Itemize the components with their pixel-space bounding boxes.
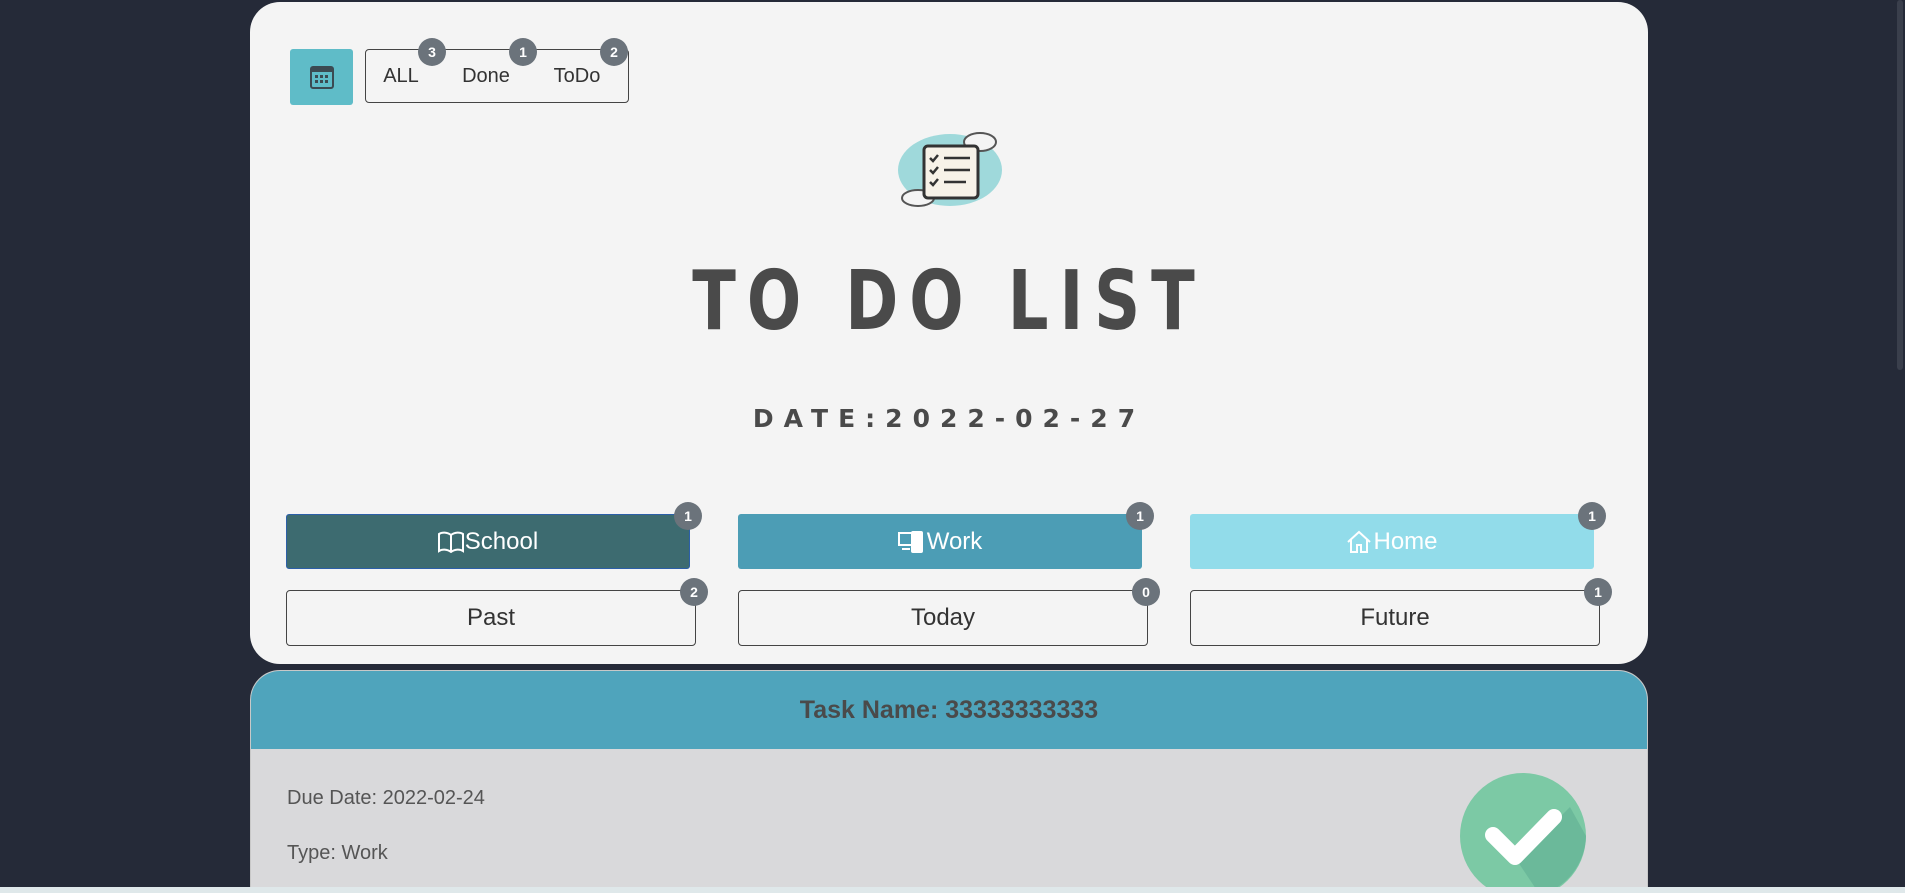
- filter-todo-count-badge: 2: [600, 38, 628, 66]
- book-icon: [437, 531, 464, 553]
- current-date: DATE:2022-02-27: [752, 404, 1146, 433]
- time-future-button[interactable]: Future: [1190, 590, 1600, 646]
- time-past-count-badge: 2: [680, 578, 708, 606]
- category-school-button[interactable]: School: [286, 514, 690, 569]
- time-today-button[interactable]: Today: [738, 590, 1148, 646]
- calendar-button[interactable]: [290, 49, 353, 105]
- checklist-clouds-icon: [898, 132, 1002, 207]
- filter-todo[interactable]: ToDo: [544, 50, 610, 102]
- time-future-count-badge: 1: [1584, 578, 1612, 606]
- time-past-button[interactable]: Past: [286, 590, 696, 646]
- category-school-label: School: [464, 527, 539, 555]
- time-past-label: Past: [466, 604, 516, 631]
- filter-done-label: Done: [462, 65, 510, 87]
- status-filter-group: ALL 3 Done 1 ToDo 2: [365, 38, 629, 103]
- filter-done-count-badge: 1: [509, 38, 537, 66]
- task-type: Type: Work: [287, 842, 388, 864]
- category-home-button[interactable]: Home: [1190, 514, 1594, 569]
- calendar-icon: [309, 66, 334, 89]
- devices-icon: [897, 530, 923, 553]
- time-today-label: Today: [910, 604, 976, 631]
- filter-todo-label: ToDo: [553, 65, 601, 87]
- filter-all-count-badge: 3: [418, 38, 446, 66]
- category-school-count-badge: 1: [674, 502, 702, 530]
- todo-header-card: ALL 3 Done 1 ToDo 2 TO DO LIST DATE:2022…: [250, 2, 1648, 664]
- filter-done[interactable]: Done: [454, 50, 518, 102]
- task-name: Task Name: 33333333333: [799, 695, 1099, 724]
- task-card: Task Name: 33333333333 Due Date: 2022-02…: [250, 670, 1648, 893]
- filter-all-label: ALL: [383, 65, 419, 87]
- category-work-button[interactable]: Work: [738, 514, 1142, 569]
- house-icon: [1347, 530, 1372, 553]
- page-scrollbar[interactable]: [1897, 0, 1903, 370]
- category-home-label: Home: [1373, 527, 1438, 555]
- bottom-edge: [0, 887, 1905, 893]
- category-home-count-badge: 1: [1578, 502, 1606, 530]
- page-title: TO DO LIST: [692, 254, 1206, 349]
- time-future-label: Future: [1360, 604, 1430, 631]
- task-due-date: Due Date: 2022-02-24: [287, 787, 485, 809]
- category-work-label: Work: [926, 527, 983, 555]
- check-circle-icon[interactable]: [1460, 773, 1586, 893]
- time-today-count-badge: 0: [1132, 578, 1160, 606]
- category-work-count-badge: 1: [1126, 502, 1154, 530]
- task-header: Task Name: 33333333333: [251, 671, 1647, 749]
